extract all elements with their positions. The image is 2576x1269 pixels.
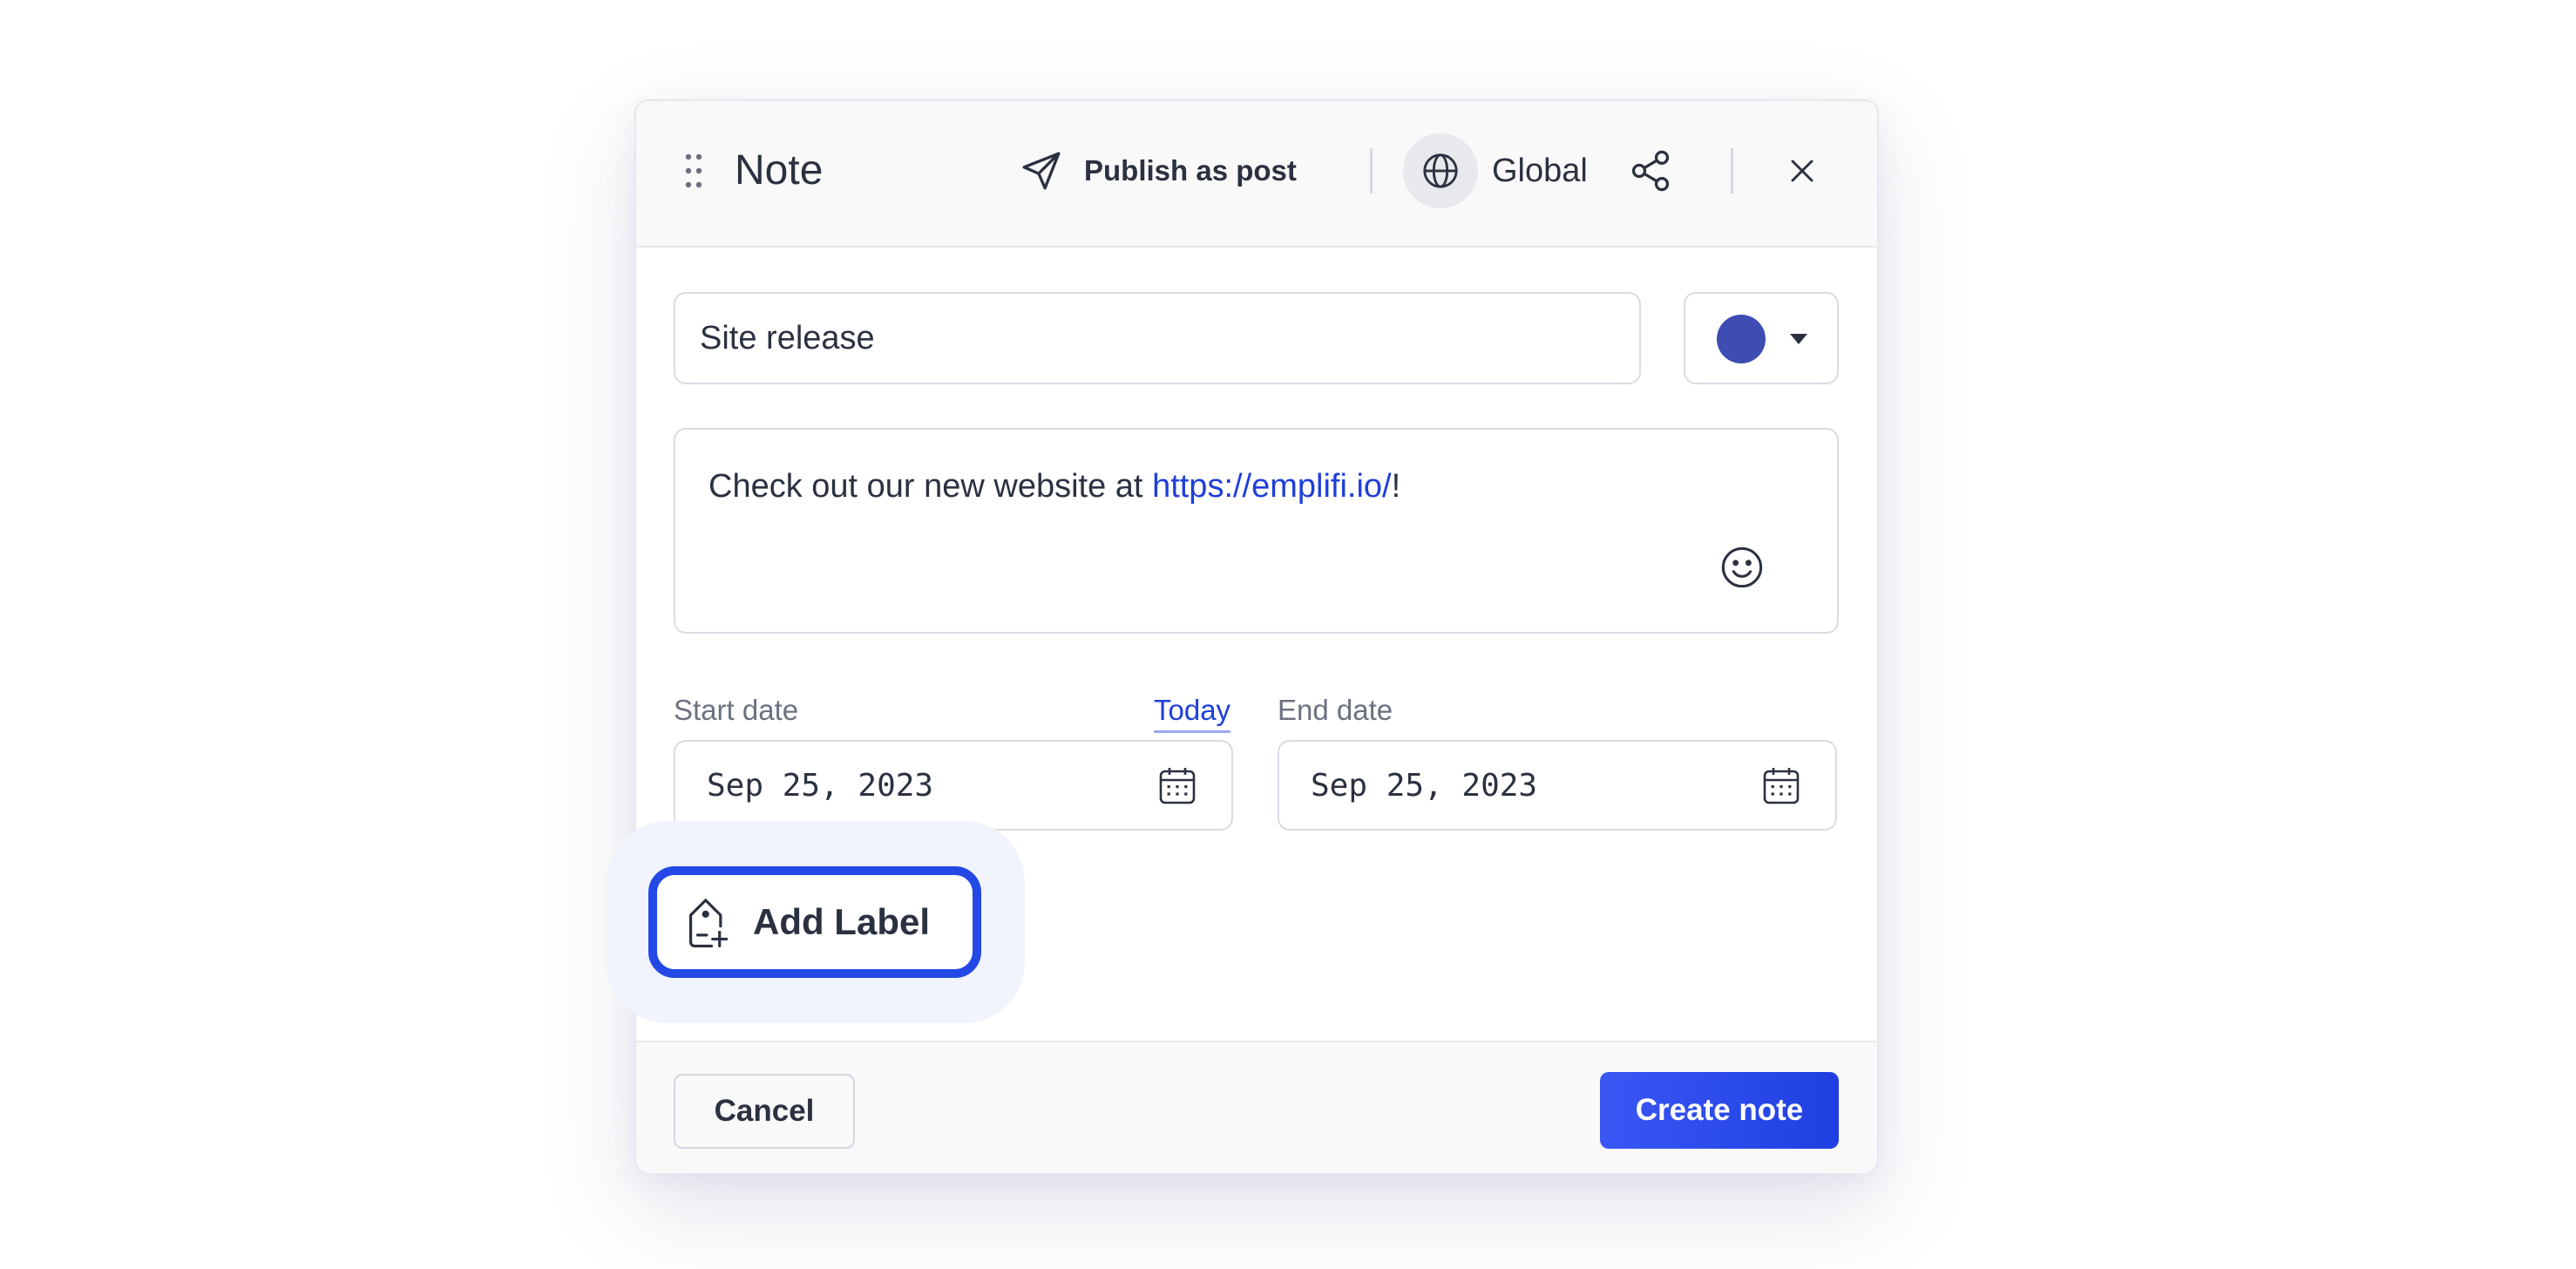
publish-as-post-button[interactable]: Publish as post bbox=[1020, 143, 1297, 199]
note-dialog: Note Publish as post Global Site release… bbox=[607, 99, 1879, 1173]
globe-icon bbox=[1423, 153, 1458, 188]
send-icon bbox=[1022, 152, 1061, 190]
end-date-label: End date bbox=[1278, 694, 1393, 726]
dialog-footer: Cancel Create note bbox=[636, 1041, 1877, 1173]
add-label-button[interactable]: Add Label bbox=[648, 866, 981, 978]
close-icon[interactable] bbox=[1783, 152, 1821, 190]
cancel-button[interactable]: Cancel bbox=[674, 1074, 855, 1149]
emoji-icon[interactable] bbox=[1719, 545, 1765, 590]
note-color-select[interactable] bbox=[1684, 292, 1839, 384]
start-date-value: Sep 25, 2023 bbox=[707, 768, 934, 804]
publish-label: Publish as post bbox=[1084, 154, 1297, 187]
visibility-label[interactable]: Global bbox=[1492, 150, 1588, 192]
create-note-button[interactable]: Create note bbox=[1600, 1072, 1839, 1149]
note-message-textarea[interactable]: Check out our new website at https://emp… bbox=[674, 428, 1839, 634]
today-link[interactable]: Today bbox=[1154, 692, 1231, 733]
note-title-input[interactable]: Site release bbox=[674, 292, 1641, 384]
message-link[interactable]: https://emplifi.io/ bbox=[1152, 468, 1392, 505]
header-divider bbox=[1370, 148, 1373, 193]
dialog-header: Note Publish as post Global bbox=[636, 101, 1877, 248]
start-date-input[interactable]: Sep 25, 2023 bbox=[674, 740, 1233, 831]
start-date-label: Start date bbox=[674, 694, 799, 726]
drag-handle-icon[interactable] bbox=[685, 153, 702, 188]
end-date-value: Sep 25, 2023 bbox=[1311, 768, 1538, 804]
caret-down-icon bbox=[1790, 334, 1807, 344]
end-date-input[interactable]: Sep 25, 2023 bbox=[1278, 740, 1837, 831]
tag-add-icon bbox=[688, 899, 729, 948]
calendar-icon[interactable] bbox=[1760, 764, 1802, 808]
header-divider bbox=[1731, 148, 1733, 193]
visibility-button[interactable] bbox=[1403, 133, 1478, 208]
message-text: Check out our new website at https://emp… bbox=[708, 468, 1401, 505]
share-icon[interactable] bbox=[1628, 148, 1673, 193]
add-label-text: Add Label bbox=[753, 901, 931, 942]
color-swatch bbox=[1717, 315, 1766, 363]
calendar-icon[interactable] bbox=[1156, 764, 1198, 808]
dialog-title: Note bbox=[735, 147, 824, 193]
